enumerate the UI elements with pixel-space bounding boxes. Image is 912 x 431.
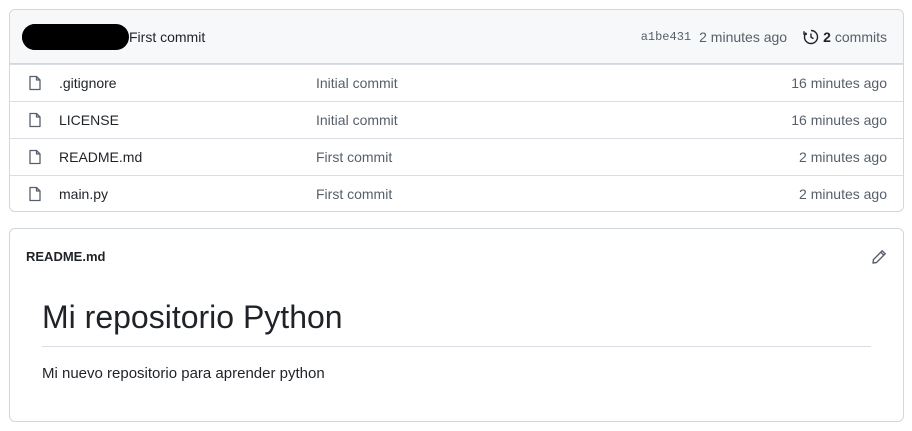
file-icon xyxy=(29,186,41,202)
file-row[interactable]: main.py First commit 2 minutes ago xyxy=(10,175,903,211)
file-name[interactable]: LICENSE xyxy=(59,112,316,128)
commits-label: commits xyxy=(834,28,887,45)
file-age: 16 minutes ago xyxy=(791,112,887,128)
latest-commit-message[interactable]: First commit xyxy=(129,29,205,45)
file-name[interactable]: .gitignore xyxy=(59,75,316,91)
file-icon xyxy=(29,112,41,128)
file-age: 16 minutes ago xyxy=(791,75,887,91)
latest-commit-bar: First commit a1be431 2 minutes ago 2 com… xyxy=(10,10,903,64)
file-commit-message[interactable]: Initial commit xyxy=(316,112,791,128)
readme-content: Mi repositorio Python Mi nuevo repositor… xyxy=(10,298,903,382)
history-icon xyxy=(803,29,819,44)
readme-heading: Mi repositorio Python xyxy=(42,298,871,348)
file-name[interactable]: main.py xyxy=(59,186,316,202)
file-browser: First commit a1be431 2 minutes ago 2 com… xyxy=(9,9,904,212)
readme-header: README.md xyxy=(10,229,903,284)
file-age: 2 minutes ago xyxy=(799,186,887,202)
redacted-author-avatar xyxy=(22,23,129,50)
file-icon xyxy=(29,75,41,91)
file-icon xyxy=(29,149,41,165)
file-row[interactable]: LICENSE Initial commit 16 minutes ago xyxy=(10,101,903,138)
file-commit-message[interactable]: First commit xyxy=(316,149,799,165)
readme-filename[interactable]: README.md xyxy=(26,249,105,264)
file-name[interactable]: README.md xyxy=(59,149,316,165)
pencil-icon[interactable] xyxy=(871,249,887,265)
file-commit-message[interactable]: First commit xyxy=(316,186,799,202)
commit-sha[interactable]: a1be431 xyxy=(641,30,691,44)
commit-time: 2 minutes ago xyxy=(699,28,788,45)
file-row[interactable]: README.md First commit 2 minutes ago xyxy=(10,138,903,175)
file-row[interactable]: .gitignore Initial commit 16 minutes ago xyxy=(10,64,903,101)
readme-paragraph: Mi nuevo repositorio para aprender pytho… xyxy=(42,365,325,383)
file-age: 2 minutes ago xyxy=(799,149,887,165)
file-commit-message[interactable]: Initial commit xyxy=(316,75,791,91)
readme-panel: README.md Mi repositorio Python Mi nuevo… xyxy=(9,228,904,422)
commits-history-link[interactable]: 2 commits xyxy=(803,29,887,45)
commits-count: 2 xyxy=(823,28,831,45)
